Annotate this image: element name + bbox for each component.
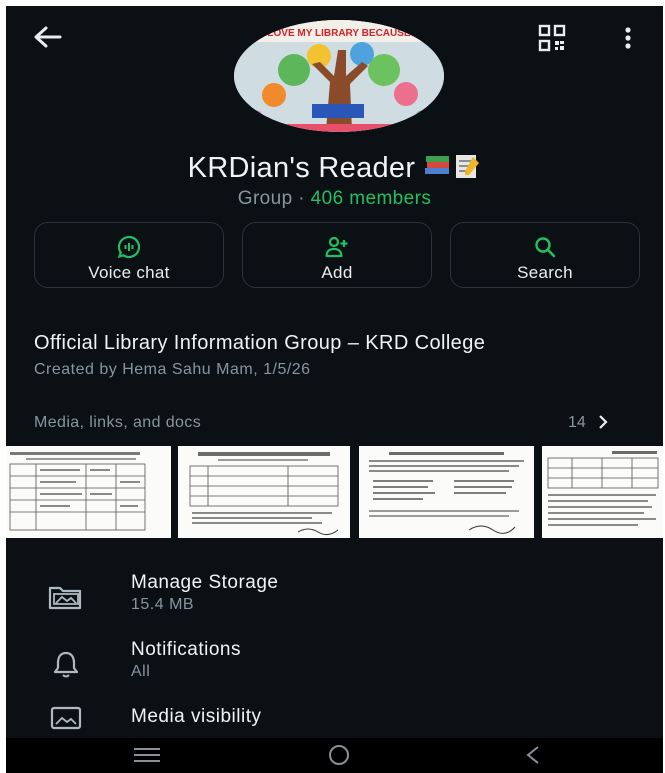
search-icon [535, 237, 556, 258]
manage-storage-title: Manage Storage [131, 572, 279, 593]
bell-icon [53, 651, 79, 678]
media-thumbnail-2[interactable] [178, 446, 350, 538]
nav-back-icon[interactable] [518, 744, 548, 766]
media-count-link[interactable]: 14 [568, 414, 608, 432]
recent-apps-icon[interactable] [132, 744, 162, 766]
qr-code-icon [538, 24, 566, 52]
group-name-text: KRDian's Reader [187, 152, 416, 184]
more-vertical-icon [625, 27, 631, 49]
media-section-header[interactable]: Media, links, and docs [34, 414, 201, 432]
add-label: Add [321, 263, 353, 282]
group-description[interactable]: Official Library Information Group – KRD… [34, 332, 485, 355]
image-icon [50, 706, 82, 730]
group-avatar[interactable]: LOVE MY LIBRARY BECAUSE [234, 20, 444, 132]
manage-storage-row[interactable]: Manage Storage 15.4 MB [6, 572, 663, 632]
media-thumbnail-4[interactable] [542, 446, 663, 538]
notifications-title: Notifications [131, 639, 241, 660]
media-visibility-title: Media visibility [131, 706, 262, 727]
search-label: Search [517, 263, 573, 282]
notifications-setting: All [131, 663, 151, 680]
svg-text:LOVE MY LIBRARY BECAUSE: LOVE MY LIBRARY BECAUSE [267, 28, 410, 39]
storage-folder-icon [48, 586, 82, 610]
more-options-button[interactable] [618, 24, 638, 52]
add-person-icon [325, 236, 348, 258]
books-memo-emoji-icon [423, 153, 481, 187]
member-count[interactable]: 406 members [311, 188, 432, 209]
group-subtitle: Group · 406 members [6, 188, 663, 210]
storage-size: 15.4 MB [131, 596, 195, 613]
media-thumbnail-1[interactable] [6, 446, 171, 538]
voice-chat-icon [117, 235, 141, 259]
media-visibility-row[interactable]: Media visibility [6, 706, 663, 738]
notifications-row[interactable]: Notifications All [6, 639, 663, 699]
library-tree-artwork: LOVE MY LIBRARY BECAUSE [234, 20, 444, 132]
document-thumbnail-image [189, 452, 339, 536]
home-icon[interactable] [324, 744, 354, 766]
group-info-screen: LOVE MY LIBRARY BECAUSE KRDian's Reader [6, 6, 663, 773]
add-member-button[interactable]: Add [242, 222, 432, 288]
group-name: KRDian's Reader [6, 152, 663, 187]
qr-code-button[interactable] [538, 24, 566, 52]
media-count: 14 [568, 414, 586, 431]
media-thumbnail-3[interactable] [359, 446, 534, 538]
document-thumbnail-image [369, 452, 524, 534]
created-by-text: Created by Hema Sahu Mam, 1/5/26 [34, 361, 311, 378]
group-type-label: Group · [237, 188, 311, 209]
voice-chat-button[interactable]: Voice chat [34, 222, 224, 288]
arrow-left-icon [34, 26, 62, 48]
voice-chat-label: Voice chat [88, 263, 170, 282]
system-nav-bar [6, 738, 663, 773]
chevron-right-icon [599, 415, 608, 429]
document-thumbnail-image [547, 451, 659, 526]
back-button[interactable] [30, 22, 66, 52]
search-button[interactable]: Search [450, 222, 640, 288]
document-thumbnail-image [9, 452, 146, 531]
